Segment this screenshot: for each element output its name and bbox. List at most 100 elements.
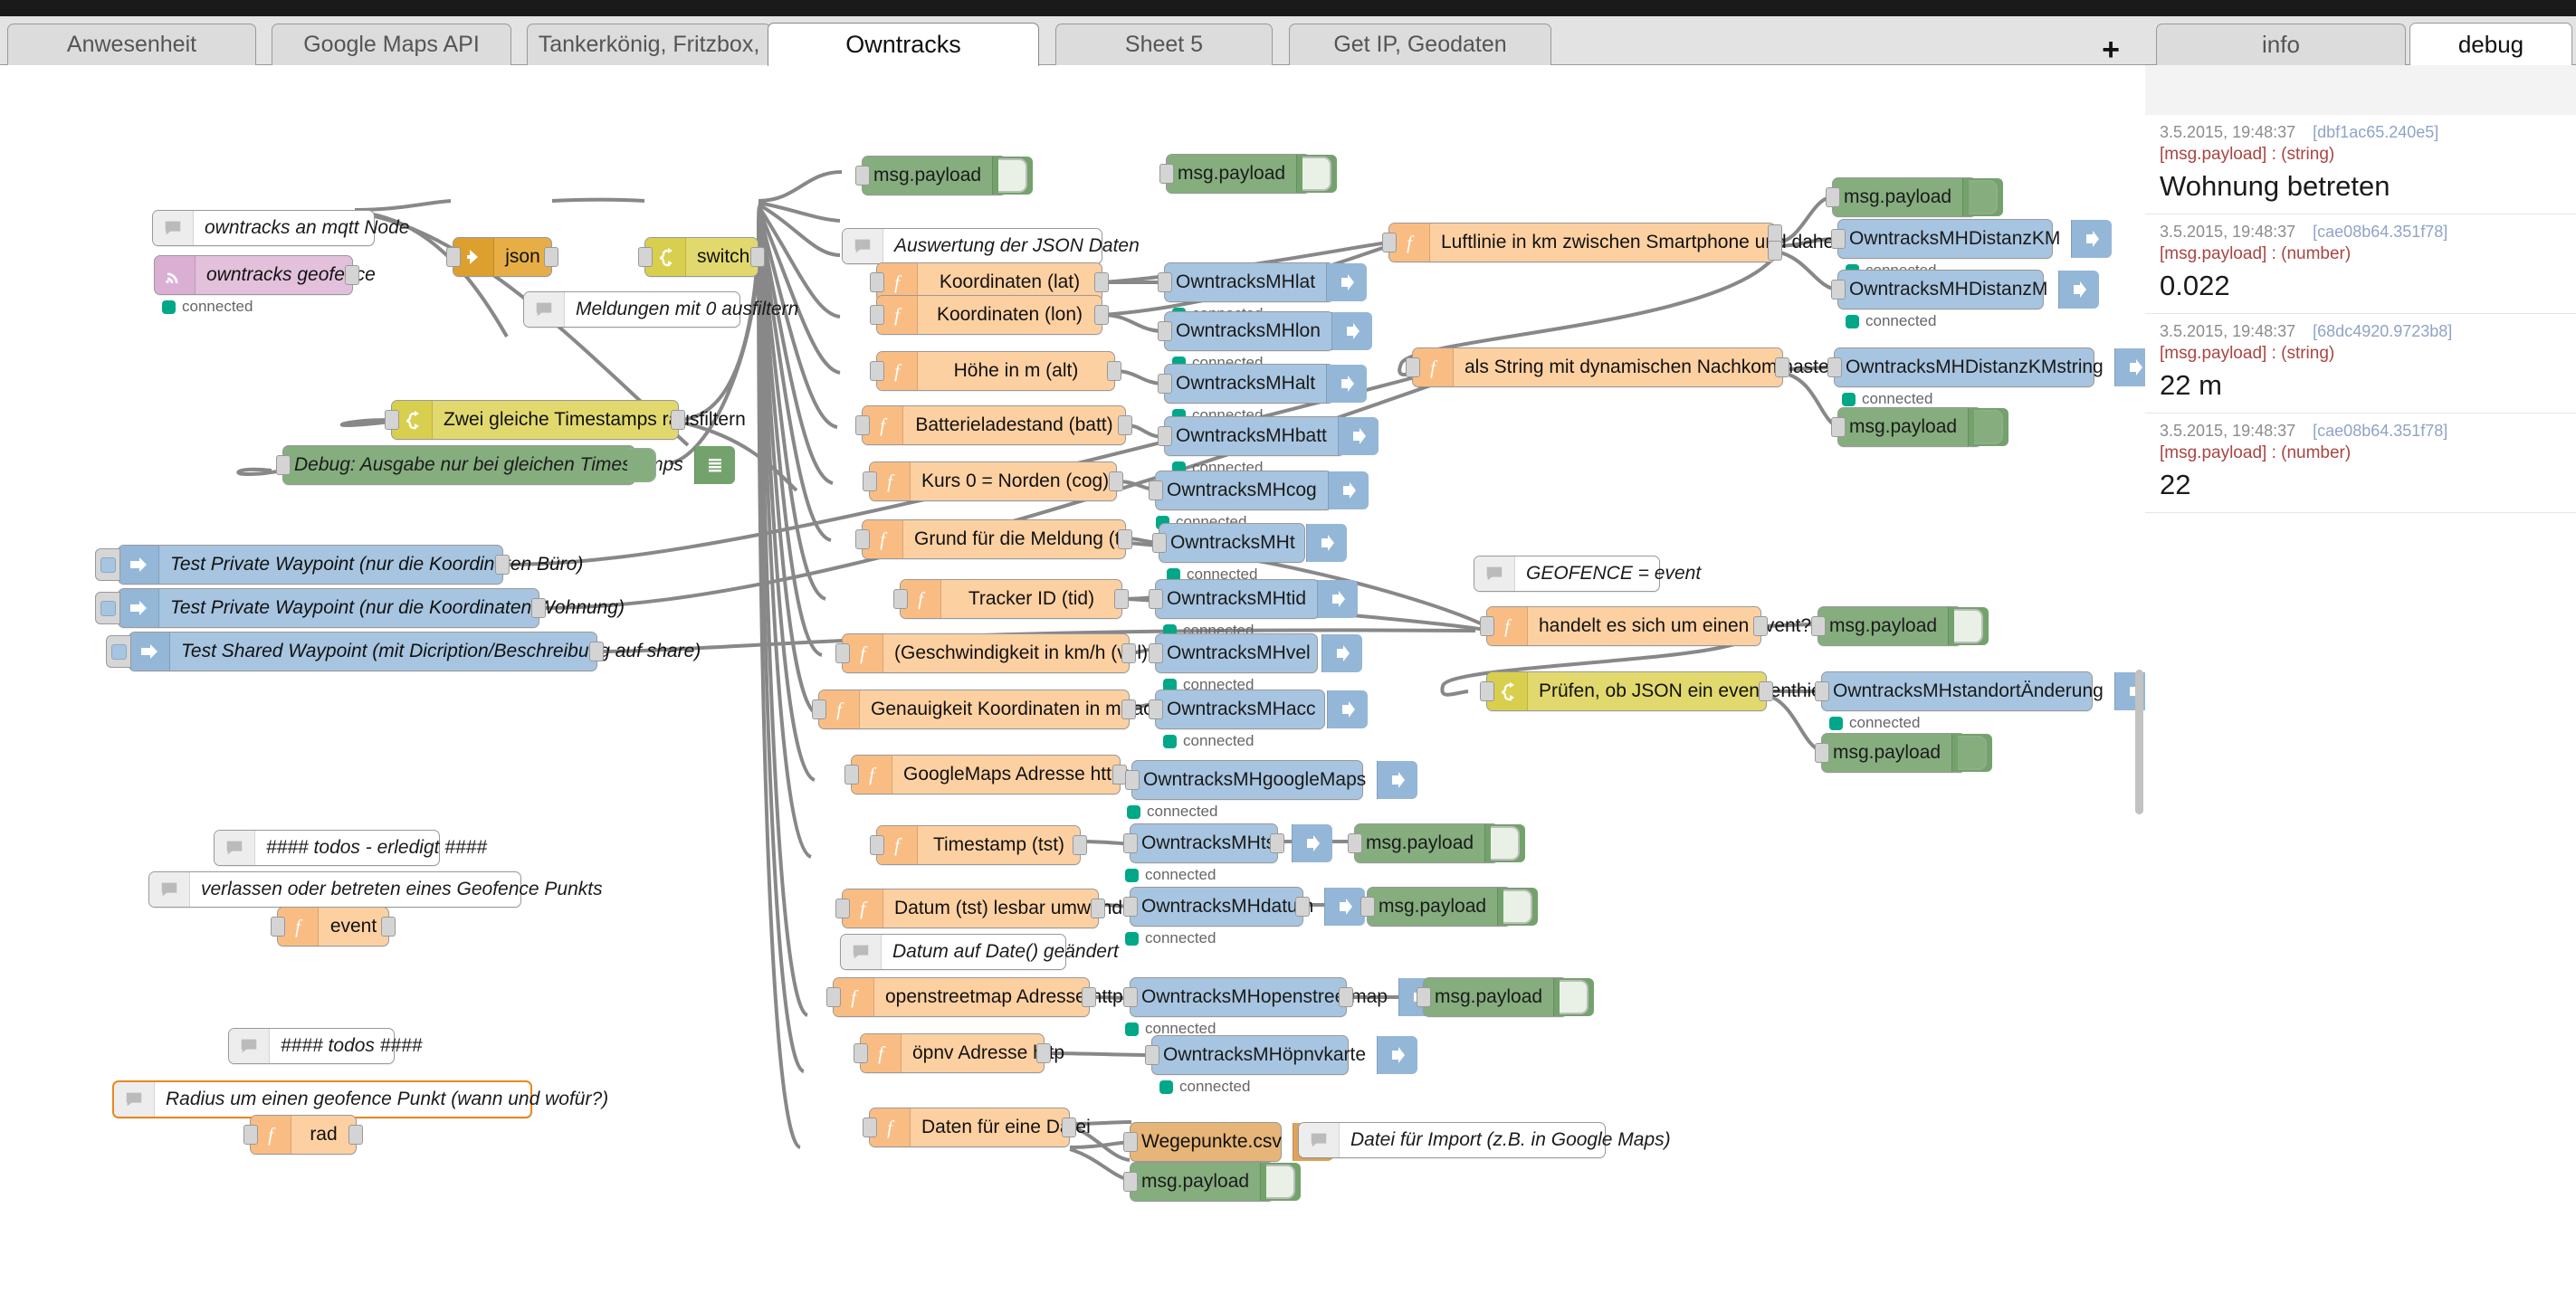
output-port[interactable] [1270,833,1284,853]
input-port[interactable] [1826,187,1840,207]
input-port[interactable] [1158,321,1172,341]
debug-payload-standort[interactable]: msg.payload [1815,733,1993,773]
output-port[interactable] [1339,987,1353,1007]
mqtt-out-tst[interactable]: OwntracksMHtst connected [1123,823,1333,883]
mqtt-out-distanzkm[interactable]: OwntracksMHDistanzKM connected [1831,219,2113,279]
debug-message[interactable]: 3.5.2015, 19:48:37 [cae08b64.351f78] [ms… [2145,414,2576,513]
input-port[interactable] [1125,770,1140,790]
debug-payload-kmstring[interactable]: msg.payload [1831,407,2009,447]
debug-payload-datum[interactable]: msg.payload [1360,887,1539,927]
function-tracker-id-tid[interactable]: f Tracker ID (tid) [893,579,1129,619]
debug-toggle-button[interactable] [998,158,1027,193]
debug-gleiche-timestamps[interactable]: Debug: Ausgabe nur bei gleichen Timestam… [276,445,735,485]
input-port[interactable] [1145,1045,1159,1065]
output-port[interactable] [381,917,396,937]
json-node[interactable]: json [446,237,558,277]
output-port[interactable] [531,598,546,618]
debug-toggle-button[interactable] [1302,157,1331,191]
mqtt-out-standortaenderung[interactable]: OwntracksMHstandortÄnderung connected [1815,671,2145,731]
output-port[interactable] [671,410,685,430]
input-port[interactable] [1158,272,1172,292]
output-port[interactable] [1121,643,1136,663]
debug-payload-mid[interactable]: msg.payload [1159,154,1338,194]
comment-todos-erledigt[interactable]: #### todos - erledigt #### [214,830,487,866]
input-port[interactable] [1149,589,1163,609]
input-port[interactable] [1149,643,1163,663]
comment-datei-import[interactable]: Datei für Import (z.B. in Google Maps) [1298,1122,1671,1158]
mqtt-out-lat[interactable]: OwntracksMHlat connected [1158,262,1368,322]
input-port[interactable] [835,643,850,663]
input-port[interactable] [1811,616,1826,636]
output-port[interactable] [495,555,510,575]
debug-toggle-button[interactable] [1974,410,2003,444]
debug-toggle-button[interactable] [627,448,656,482]
mqtt-out-distanzkmstring[interactable]: OwntracksMHDistanzKMstring connected [1827,347,2145,407]
tab-debug[interactable]: debug [2409,23,2572,66]
debug-message-list[interactable]: 3.5.2015, 19:48:37 [dbf1ac65.240e5] [msg… [2145,115,2576,1303]
input-port[interactable] [1480,681,1494,701]
mqtt-in-owntracks-geofence[interactable]: owntracks geofence connected [154,255,376,315]
input-port[interactable] [1149,480,1163,500]
function-rad[interactable]: f rad [243,1115,363,1155]
inject-test-shared-waypoint[interactable]: Test Shared Waypoint (mit Dicription/Bes… [106,632,701,671]
input-port[interactable] [863,471,877,491]
output-port[interactable] [1775,357,1789,377]
editor-scrollbar[interactable] [2135,670,2143,814]
mqtt-out-tid[interactable]: OwntracksMHtid connected [1149,579,1359,639]
function-opnv-adresse[interactable]: f öpnv Adresse http [854,1033,1064,1073]
debug-toggle-button[interactable] [1954,609,1983,643]
output-port[interactable] [1118,415,1132,435]
function-event[interactable]: f event [271,907,396,946]
input-port[interactable] [243,1125,258,1145]
function-luftlinie-km[interactable]: f Luftlinie in km zwischen Smartphone un… [1382,223,1854,262]
mqtt-out-vel[interactable]: OwntracksMHvel connected [1149,633,1362,693]
mqtt-out-t[interactable]: OwntracksMHt connected [1152,523,1347,583]
input-port[interactable] [870,361,884,381]
tab-google-maps-api[interactable]: Google Maps API [272,24,511,65]
tab-get-ip-geodaten[interactable]: Get IP, Geodaten [1289,24,1551,65]
output-port[interactable] [544,247,558,267]
input-port[interactable] [1158,374,1172,394]
input-port[interactable] [638,247,653,267]
mqtt-out-googlemaps[interactable]: OwntracksMHgoogleMaps connected [1125,760,1418,820]
comment-owntracks-mqtt-node[interactable]: owntracks an mqtt Node [152,210,409,246]
input-port[interactable] [835,899,850,918]
input-port[interactable] [1123,897,1138,917]
function-koordinaten-lon[interactable]: f Koordinaten (lon) [870,295,1109,335]
mqtt-out-acc[interactable]: OwntracksMHacc connected [1149,690,1368,749]
input-port[interactable] [1382,233,1397,252]
debug-toggle-button[interactable] [1491,826,1520,861]
tab-anwesenheit[interactable]: Anwesenheit [7,24,256,65]
output-port[interactable] [345,265,359,285]
add-tab-button[interactable]: + [2102,34,2120,65]
input-port[interactable] [385,410,399,430]
input-port[interactable] [1152,533,1167,553]
tab-tankerkoenig[interactable]: Tankerkönig, Fritzbox, [527,24,771,65]
output-port[interactable] [1759,681,1773,701]
input-port[interactable] [870,835,884,855]
switch-zwei-gleiche-timestamps[interactable]: Zwei gleiche Timestamps rausfiltern [385,400,746,440]
tab-info[interactable]: info [2156,24,2406,65]
function-googlemaps-adresse[interactable]: f GoogleMaps Adresse https [844,755,1131,794]
input-port[interactable] [870,305,884,325]
input-port[interactable] [276,455,291,475]
switch-pruefen-json-event[interactable]: Prüfen, ob JSON ein event enthielt [1480,671,1831,711]
debug-payload-top[interactable]: msg.payload [855,156,1034,195]
output-port[interactable] [1091,899,1105,918]
output-port[interactable] [1109,471,1123,491]
input-port[interactable] [826,987,841,1007]
debug-toggle-button[interactable] [1503,889,1532,924]
function-openstreetmap-adresse[interactable]: f openstreetmap Adresse http [826,977,1123,1017]
inject-test-private-waypoint-buero[interactable]: Test Private Waypoint (nur die Koordinat… [95,545,583,585]
debug-toggle-button[interactable] [1958,736,1987,770]
output-port[interactable] [1036,1043,1051,1063]
mqtt-out-datum[interactable]: OwntracksMHdatum connected [1123,887,1366,946]
tab-sheet-5[interactable]: Sheet 5 [1055,24,1273,65]
debug-message[interactable]: 3.5.2015, 19:48:37 [68dc4920.9723b8] [ms… [2145,314,2576,414]
debug-message[interactable]: 3.5.2015, 19:48:37 [cae08b64.351f78] [ms… [2145,214,2576,314]
output-port[interactable] [1073,835,1087,855]
input-port[interactable] [1831,280,1846,300]
input-port[interactable] [855,529,870,549]
output-port[interactable] [1082,987,1096,1007]
input-port[interactable] [855,415,870,435]
